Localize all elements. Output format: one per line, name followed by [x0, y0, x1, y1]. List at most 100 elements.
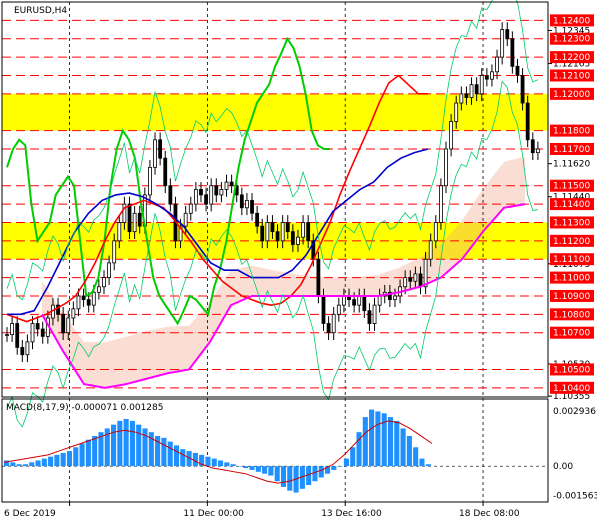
- candle-body-83: [428, 240, 433, 260]
- macd-bar-1: [10, 462, 16, 467]
- macd-bar-28: [180, 449, 186, 467]
- candle-body-90: [464, 93, 469, 98]
- candle-body-53: [275, 231, 280, 242]
- macd-bar-58: [369, 409, 375, 467]
- candle-body-37: [193, 188, 198, 205]
- candle-body-32: [168, 185, 173, 205]
- candle-body-25: [132, 212, 137, 233]
- candle-body-102: [525, 102, 530, 141]
- macd-bar-12: [79, 443, 85, 467]
- candle-body-96: [495, 56, 499, 73]
- candle-body-42: [219, 188, 224, 196]
- candle-body-91: [469, 84, 474, 98]
- candle-body-43: [224, 181, 229, 190]
- candle-body-38: [199, 188, 203, 196]
- candle-body-18: [96, 286, 101, 293]
- candle-body-68: [352, 299, 357, 306]
- candle-body-31: [163, 157, 168, 187]
- macd-bar-43: [274, 466, 280, 482]
- candle-body-1: [10, 323, 15, 335]
- candle-body-78: [403, 277, 408, 288]
- macd-tick-label-2: -0.001563: [553, 492, 597, 502]
- macd-bar-9: [60, 452, 66, 467]
- candle-body-48: [250, 200, 254, 214]
- candle-body-30: [158, 139, 163, 159]
- symbol-label: EURUSD,H4: [14, 6, 67, 16]
- price-level-label-3: 1.12100: [553, 71, 590, 81]
- macd-tick-label-0: 0.002936: [553, 407, 596, 417]
- macd-bar-30: [192, 452, 198, 467]
- candle-body-40: [209, 185, 214, 205]
- price-level-label-6: 1.11700: [553, 145, 590, 155]
- macd-bar-39: [249, 466, 255, 470]
- candle-body-47: [245, 200, 249, 209]
- candle-body-86: [444, 148, 448, 187]
- candle-body-89: [459, 93, 464, 104]
- macd-bar-19: [123, 418, 129, 467]
- candle-body-3: [20, 346, 25, 356]
- macd-bar-57: [362, 417, 368, 467]
- macd-bar-54: [343, 458, 349, 467]
- macd-bar-34: [218, 460, 224, 467]
- candle-body-99: [510, 38, 515, 67]
- macd-bar-37: [236, 466, 242, 467]
- candle-body-51: [265, 222, 270, 242]
- price-level-label-10: 1.11200: [553, 237, 590, 247]
- macd-bar-40: [255, 466, 261, 472]
- price-tick-label-2: 1.11620: [553, 160, 590, 170]
- candle-body-63: [326, 323, 331, 334]
- macd-bar-33: [211, 458, 217, 467]
- candle-body-62: [321, 295, 326, 324]
- price-level-label-5: 1.11800: [553, 127, 590, 137]
- price-level-label-17: 1.10400: [553, 384, 590, 394]
- candle-body-16: [86, 299, 91, 306]
- macd-bar-26: [167, 441, 173, 467]
- macd-bar-36: [230, 464, 236, 467]
- candle-body-52: [270, 222, 275, 233]
- candle-body-80: [413, 273, 418, 282]
- macd-bar-5: [35, 460, 41, 467]
- candle-body-0: [5, 334, 9, 336]
- candle-body-26: [137, 212, 142, 227]
- price-level-label-1: 1.12300: [553, 35, 590, 45]
- candle-body-103: [530, 139, 535, 154]
- candle-body-54: [280, 222, 285, 242]
- price-level-label-14: 1.10800: [553, 310, 590, 320]
- candle-body-84: [433, 222, 438, 242]
- candle-body-81: [418, 273, 423, 288]
- candle-body-85: [439, 185, 443, 223]
- macd-bar-4: [29, 462, 35, 467]
- macd-bar-59: [375, 411, 381, 467]
- candle-body-95: [490, 71, 494, 80]
- candle-body-44: [229, 181, 234, 187]
- candle-body-73: [377, 295, 382, 306]
- macd-bar-61: [387, 417, 394, 467]
- candle-body-71: [367, 310, 372, 324]
- candle-body-5: [30, 323, 35, 343]
- candle-body-19: [102, 277, 106, 288]
- macd-bar-8: [54, 454, 60, 467]
- macd-bar-55: [350, 447, 356, 467]
- macd-bar-44: [280, 466, 287, 487]
- macd-bar-25: [161, 437, 167, 467]
- candle-body-69: [357, 295, 362, 306]
- macd-bar-10: [66, 451, 73, 467]
- x-label-0: 6 Dec 2019: [4, 509, 56, 519]
- macd-bar-64: [406, 435, 412, 467]
- price-level-label-11: 1.11100: [553, 255, 590, 265]
- candle-body-92: [474, 84, 479, 95]
- candle-body-4: [25, 341, 30, 356]
- candle-body-76: [393, 295, 397, 301]
- candle-body-61: [316, 258, 321, 297]
- macd-bar-38: [243, 466, 249, 469]
- candle-body-64: [331, 313, 336, 334]
- candle-body-58: [301, 222, 305, 238]
- macd-bar-63: [400, 428, 406, 467]
- candle-body-36: [188, 203, 193, 214]
- candle-body-57: [296, 236, 300, 245]
- macd-bar-17: [111, 424, 117, 467]
- macd-bar-11: [73, 447, 79, 467]
- candle-body-12: [66, 317, 71, 334]
- candle-body-88: [454, 102, 459, 122]
- candle-body-87: [449, 121, 454, 150]
